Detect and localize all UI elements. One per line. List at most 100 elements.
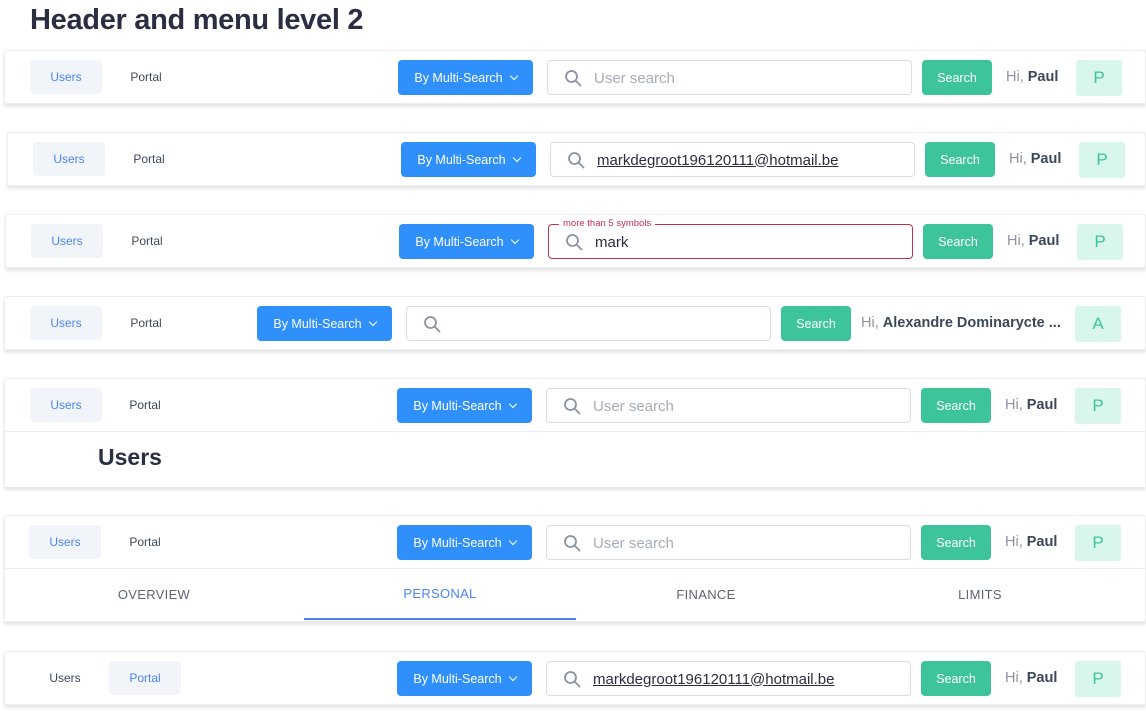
search-button[interactable]: Search [922,60,992,95]
user-search-field[interactable] [547,60,912,95]
multi-search-button[interactable]: By Multi-Search [257,306,392,341]
chevron-down-icon [510,235,519,244]
multi-search-button[interactable]: By Multi-Search [401,142,536,177]
greeting-prefix: Hi, [1005,397,1023,413]
user-search-field[interactable]: more than 5 symbols [548,217,913,259]
multi-search-button[interactable]: By Multi-Search [397,388,532,423]
search-button[interactable]: Search [921,525,991,560]
avatar[interactable]: A [1075,306,1121,342]
tab-bar: OVERVIEW PERSONAL FINANCE LIMITS [5,568,1145,621]
nav-item-users[interactable]: Users [30,60,102,94]
multi-search-label: By Multi-Search [415,234,504,249]
user-search-field[interactable] [546,388,911,423]
user-name: Paul [1030,151,1062,167]
avatar[interactable]: P [1079,142,1125,178]
greeting-prefix: Hi, [1005,670,1023,686]
greeting-prefix: Hi, [1006,69,1024,85]
user-greeting: Hi, Paul [1005,397,1057,413]
multi-search-label: By Multi-Search [413,671,502,686]
greeting-prefix: Hi, [1007,233,1025,249]
search-input[interactable] [593,530,893,556]
nav-item-users[interactable]: Users [29,661,101,695]
avatar[interactable]: P [1075,388,1121,424]
multi-search-button[interactable]: By Multi-Search [397,661,532,696]
search-input[interactable] [597,147,897,173]
user-search-field[interactable] [406,306,771,341]
user-greeting: Hi, Paul [1006,69,1058,85]
tab-overview[interactable]: OVERVIEW [17,569,291,620]
multi-search-label: By Multi-Search [413,398,502,413]
nav-item-portal[interactable]: Portal [113,142,185,176]
chevron-down-icon [508,399,517,408]
chevron-down-icon [368,317,377,326]
search-input[interactable] [595,229,895,255]
multi-search-label: By Multi-Search [413,535,502,550]
search-icon [564,671,581,688]
nav-item-portal[interactable]: Portal [111,224,183,258]
search-icon [566,234,583,251]
nav-item-portal[interactable]: Portal [109,661,181,695]
multi-search-label: By Multi-Search [417,152,506,167]
greeting-prefix: Hi, [1005,534,1023,550]
nav-item-portal[interactable]: Portal [110,60,182,94]
user-greeting: Hi, Paul [1005,534,1057,550]
tab-limits[interactable]: LIMITS [843,569,1117,620]
search-icon [568,152,585,169]
search-icon [565,70,582,87]
user-name: Alexandre Dominarycte ... [882,315,1061,331]
app-header: Users Portal By Multi-Search Search Hi, … [4,515,1146,622]
greeting-prefix: Hi, [1009,151,1027,167]
nav-item-portal[interactable]: Portal [110,306,182,340]
nav-item-users[interactable]: Users [33,142,105,176]
user-name: Paul [1027,69,1059,85]
multi-search-button[interactable]: By Multi-Search [397,525,532,560]
page-heading-panel: Users [5,431,1145,487]
chevron-down-icon [508,536,517,545]
search-input[interactable] [593,393,893,419]
user-search-field[interactable] [550,142,915,177]
nav-item-portal[interactable]: Portal [109,525,181,559]
tab-personal[interactable]: PERSONAL [304,569,576,620]
app-header: Users Portal By Multi-Search Search Hi, … [4,296,1146,350]
greeting-prefix: Hi, [861,315,879,331]
user-name: Paul [1028,233,1060,249]
user-search-field[interactable] [546,661,911,696]
user-greeting: Hi, Alexandre Dominarycte ... [861,315,1061,331]
nav-item-users[interactable]: Users [30,388,102,422]
avatar[interactable]: P [1075,525,1121,561]
avatar[interactable]: P [1076,60,1122,96]
search-input[interactable] [453,311,753,337]
search-button[interactable]: Search [781,306,851,341]
app-header: Users Portal By Multi-Search Search Hi, … [4,651,1146,705]
multi-search-button[interactable]: By Multi-Search [399,224,534,259]
user-greeting: Hi, Paul [1009,151,1061,167]
search-icon [564,535,581,552]
search-input[interactable] [594,65,894,91]
app-header: Users Portal By Multi-Search more than 5… [5,214,1146,268]
chevron-down-icon [508,672,517,681]
chevron-down-icon [512,153,521,162]
nav-item-users[interactable]: Users [31,224,103,258]
search-input[interactable] [593,666,893,692]
user-greeting: Hi, Paul [1007,233,1059,249]
multi-search-button[interactable]: By Multi-Search [398,60,533,95]
multi-search-label: By Multi-Search [273,316,362,331]
nav-item-users[interactable]: Users [29,525,101,559]
app-header: Users Portal By Multi-Search Search Hi, … [4,378,1146,487]
user-name: Paul [1026,397,1058,413]
tab-finance[interactable]: FINANCE [569,569,843,620]
avatar[interactable]: P [1075,661,1121,697]
avatar[interactable]: P [1077,224,1123,260]
search-button[interactable]: Search [923,224,993,259]
user-name: Paul [1026,670,1058,686]
page-title: Header and menu level 2 [30,4,364,36]
section-title: Users [98,444,162,470]
search-button[interactable]: Search [921,388,991,423]
search-button[interactable]: Search [921,661,991,696]
nav-item-users[interactable]: Users [30,306,102,340]
user-search-field[interactable] [546,525,911,560]
search-icon [564,398,581,415]
search-button[interactable]: Search [925,142,995,177]
user-name: Paul [1026,534,1058,550]
nav-item-portal[interactable]: Portal [109,388,181,422]
